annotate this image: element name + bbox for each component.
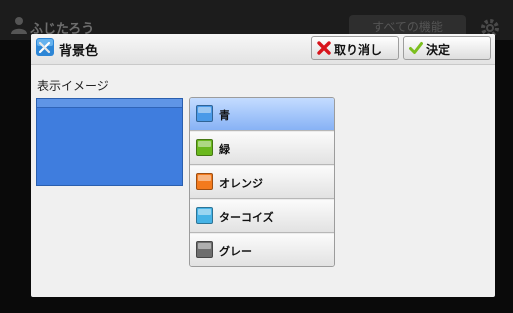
user-icon	[11, 17, 27, 34]
color-option-label: ターコイズ	[219, 211, 274, 224]
color-list: 青 緑 オレンジ ターコイズ グレー	[189, 97, 335, 267]
dialog-header: 背景色 取り消し 決定	[31, 34, 495, 65]
color-option-turquoise[interactable]: ターコイズ	[190, 200, 334, 233]
blue-swatch-icon	[196, 105, 213, 122]
settings-tools-icon	[36, 38, 54, 56]
preview-title-strip	[37, 99, 182, 108]
green-swatch-icon	[196, 139, 213, 156]
gray-swatch-icon	[196, 241, 213, 258]
ok-button-label: 決定	[426, 43, 451, 57]
cancel-button[interactable]: 取り消し	[311, 36, 399, 60]
background-color-dialog: 背景色 取り消し 決定 表示イメージ 青 緑 オレンジ ターコイズ グレー	[31, 34, 495, 297]
color-option-blue[interactable]: 青	[190, 98, 334, 131]
color-preview	[36, 98, 183, 186]
cancel-x-icon	[317, 41, 331, 55]
preview-label: 表示イメージ	[37, 79, 109, 93]
ok-button[interactable]: 決定	[403, 36, 491, 60]
cancel-button-label: 取り消し	[334, 43, 383, 57]
color-option-label: オレンジ	[219, 177, 263, 190]
checkmark-icon	[409, 42, 423, 54]
color-option-green[interactable]: 緑	[190, 132, 334, 165]
color-option-gray[interactable]: グレー	[190, 234, 334, 266]
color-option-orange[interactable]: オレンジ	[190, 166, 334, 199]
color-option-label: 緑	[219, 143, 230, 156]
turquoise-swatch-icon	[196, 207, 213, 224]
dialog-title: 背景色	[59, 44, 99, 59]
color-option-label: グレー	[219, 245, 252, 258]
color-option-label: 青	[219, 109, 230, 122]
orange-swatch-icon	[196, 173, 213, 190]
